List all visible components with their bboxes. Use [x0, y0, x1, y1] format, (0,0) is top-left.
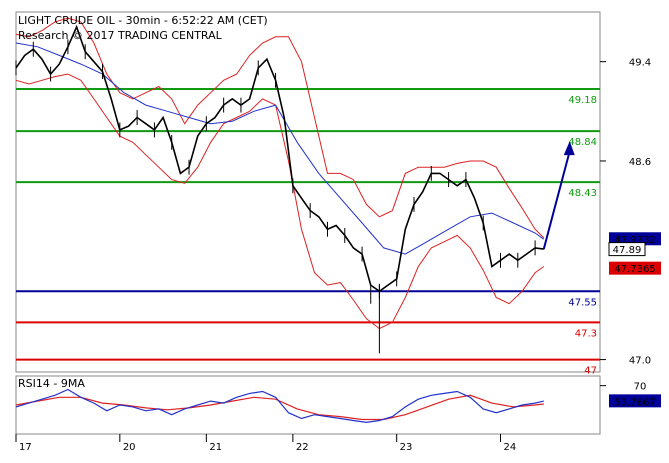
- moving-average: [15, 42, 545, 255]
- rsi-title: RSI14 - 9MA: [18, 377, 85, 390]
- price-series: [15, 24, 544, 354]
- x-tick-label-5: 24: [504, 442, 517, 453]
- level-label-3: 47.55: [568, 297, 597, 308]
- x-tick-label-0: 17: [19, 442, 32, 453]
- x-tick-label-4: 23: [400, 442, 413, 453]
- chart-root: 49.18 48.84 48.43 47.55 47.3 47 47.9732 47.89 4…: [0, 0, 669, 459]
- rsi-badge-label: 53.7667: [614, 397, 655, 408]
- level-label-4: 47.3: [575, 328, 597, 339]
- price-line: [15, 24, 544, 293]
- y-tick-label-2: 47.0: [629, 356, 651, 367]
- chart-title: LIGHT CRUDE OIL - 30min - 6:52:22 AM (CE…: [18, 14, 268, 27]
- level-label-2: 48.43: [568, 188, 597, 199]
- level-label-0: 49.18: [568, 95, 597, 106]
- bollinger-upper: [15, 17, 545, 239]
- level-label-1: 48.84: [568, 137, 597, 148]
- x-tick-label-1: 20: [123, 442, 136, 453]
- x-axis-ticks: 17 20 21 22 23 24: [15, 434, 517, 453]
- arrow-shaft: [542, 150, 571, 250]
- rsi-tick-label-0: 70: [634, 382, 647, 393]
- price-badges: 47.973247.8947.7365: [608, 232, 661, 275]
- y-tick-label-1: 48.6: [629, 157, 651, 168]
- ma-line: [15, 42, 545, 255]
- badge-label-1: 47.89: [613, 245, 642, 256]
- bollinger-bands: [15, 17, 545, 330]
- rsi-ma-line: [15, 394, 544, 421]
- price-chart: 49.1848.8448.4347.5547.347 47.973247.894…: [15, 11, 661, 453]
- y-tick-label-0: 49.4: [629, 58, 651, 69]
- x-tick-label-3: 22: [296, 442, 309, 453]
- y-axis-ticks: 49.4 48.6 47.0: [600, 58, 651, 367]
- level-label-5: 47: [584, 366, 597, 377]
- x-tick-label-2: 21: [209, 442, 222, 453]
- rsi-panel: 70 53.7667: [15, 382, 661, 424]
- rsi-panel-frame: [15, 375, 601, 435]
- rsi-line: [15, 388, 544, 424]
- badge-label-2: 47.7365: [614, 264, 655, 275]
- chart-copyright: Research © 2017 TRADING CENTRAL: [18, 29, 223, 42]
- price-levels: 49.18 48.84 48.43 47.55 47.3 47: [16, 87, 600, 377]
